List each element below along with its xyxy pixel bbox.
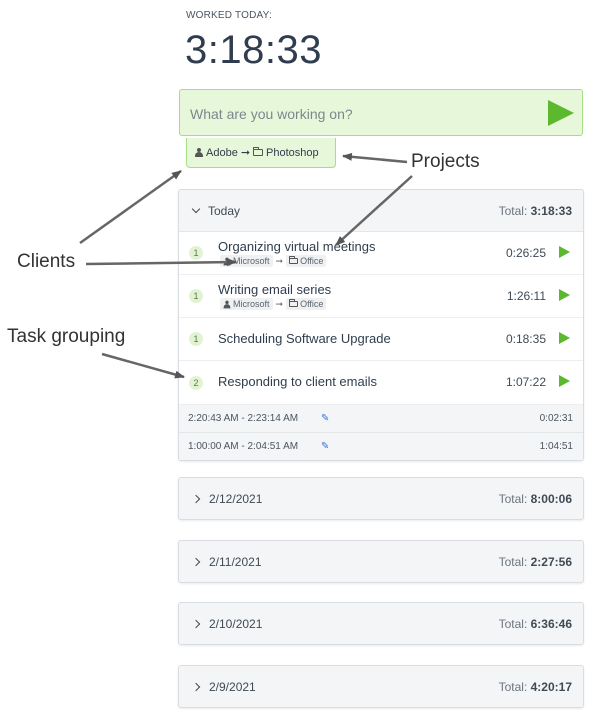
clients-arrow-entry	[79, 169, 182, 245]
task-grouping-arrow	[101, 352, 185, 379]
clients-arrow-row	[85, 258, 237, 267]
annotation-arrows	[79, 152, 413, 379]
task-grouping-annotation: Task grouping	[7, 326, 126, 347]
projects-arrow-entry	[342, 152, 408, 164]
projects-annotation: Projects	[411, 151, 480, 172]
projects-arrow-row	[335, 175, 413, 246]
clients-annotation: Clients	[17, 251, 76, 272]
